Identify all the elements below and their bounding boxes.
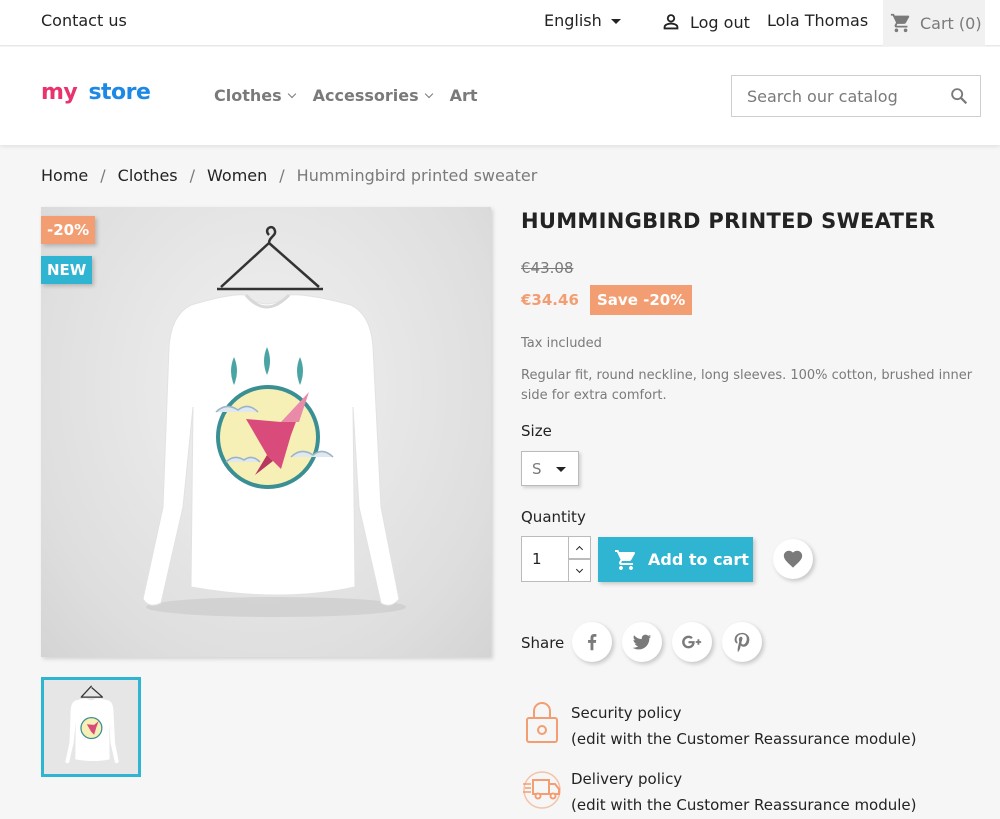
current-price: €34.46 [521, 291, 579, 309]
chevron-up-icon [575, 545, 584, 553]
user-icon [663, 14, 679, 30]
new-badge: NEW [41, 256, 93, 284]
share-label: Share [521, 634, 565, 652]
quantity-increase-button[interactable] [568, 536, 591, 559]
share-google-plus-button[interactable] [672, 622, 712, 662]
store-logo[interactable]: my store [41, 80, 151, 105]
menu-item-art[interactable]: Art [450, 86, 478, 105]
facebook-icon [588, 634, 597, 651]
size-label: Size [521, 422, 552, 440]
cart-button[interactable]: Cart (0) [883, 0, 985, 46]
share-twitter-button[interactable] [622, 622, 662, 662]
size-value: S [532, 459, 542, 478]
add-to-cart-button[interactable]: Add to cart [598, 537, 753, 582]
share-facebook-button[interactable] [572, 622, 612, 662]
product-thumbnail[interactable] [41, 677, 141, 777]
chevron-down-icon [575, 565, 584, 573]
main-menu: Clothes Accessories Art [214, 86, 496, 105]
header: my store Clothes Accessories Art Search … [0, 47, 1000, 145]
caret-down-icon [556, 467, 566, 472]
language-label: English [544, 11, 602, 30]
cart-icon [890, 13, 910, 33]
reassurance-title: Delivery policy [571, 770, 683, 788]
breadcrumb-separator: / [189, 166, 196, 185]
breadcrumb-current: Hummingbird printed sweater [296, 166, 538, 185]
lock-bag-icon [526, 702, 558, 743]
menu-item-accessories[interactable]: Accessories [312, 86, 433, 105]
caret-down-icon [610, 19, 621, 24]
breadcrumb: Home / Clothes / Women / Hummingbird pri… [41, 166, 537, 185]
logo-store: store [88, 80, 151, 105]
logout-label: Log out [690, 12, 750, 32]
breadcrumb-clothes[interactable]: Clothes [118, 166, 178, 185]
account-link[interactable]: Lola Thomas [767, 11, 868, 30]
regular-price: €43.08 [521, 259, 574, 277]
logo-my: my [41, 80, 78, 105]
menu-item-label: Accessories [312, 86, 419, 105]
chevron-down-icon [287, 89, 296, 98]
sweater-thumbnail-image [44, 680, 138, 774]
twitter-icon [632, 634, 652, 650]
top-nav: Contact us English Log out Lola Thomas C… [0, 0, 1000, 46]
cart-icon [615, 549, 635, 570]
product-image[interactable] [41, 207, 491, 657]
search-input[interactable]: Search our catalog [731, 75, 981, 117]
size-select[interactable]: S [521, 451, 579, 486]
reassurance-delivery: Delivery policy (edit with the Customer … [521, 766, 917, 818]
tax-label: Tax included [521, 336, 602, 351]
contact-link[interactable]: Contact us [41, 11, 127, 30]
language-selector[interactable]: English [544, 11, 621, 30]
menu-item-label: Art [449, 86, 478, 105]
search-placeholder: Search our catalog [747, 86, 898, 106]
pinterest-icon [734, 632, 750, 652]
menu-item-clothes[interactable]: Clothes [214, 86, 296, 105]
breadcrumb-women[interactable]: Women [207, 166, 267, 185]
google-plus-icon [682, 635, 702, 649]
save-badge: Save -20% [590, 285, 693, 315]
search-icon[interactable] [948, 85, 970, 107]
cart-label: Cart (0) [920, 13, 982, 33]
breadcrumb-separator: / [279, 166, 285, 185]
reassurance-title: Security policy [571, 704, 682, 722]
delivery-truck-icon [523, 771, 561, 809]
reassurance-text: (edit with the Customer Reassurance modu… [571, 730, 917, 748]
sweater-illustration [142, 225, 406, 617]
reassurance-security: Security policy (edit with the Customer … [521, 700, 917, 752]
add-to-cart-label: Add to cart [648, 550, 749, 569]
breadcrumb-separator: / [100, 166, 106, 185]
product-description: Regular fit, round neckline, long sleeve… [521, 368, 973, 403]
menu-item-label: Clothes [214, 86, 282, 105]
discount-badge: -20% [41, 216, 96, 244]
reassurance-text: (edit with the Customer Reassurance modu… [571, 796, 917, 814]
quantity-decrease-button[interactable] [568, 559, 591, 582]
heart-icon [783, 550, 803, 568]
share-pinterest-button[interactable] [722, 622, 762, 662]
product-title: HUMMINGBIRD PRINTED SWEATER [521, 209, 936, 233]
logout-link[interactable]: Log out [660, 11, 750, 33]
wishlist-button[interactable] [773, 539, 813, 579]
chevron-down-icon [424, 89, 433, 98]
quantity-label: Quantity [521, 508, 586, 526]
quantity-input[interactable]: 1 [521, 536, 569, 582]
breadcrumb-home[interactable]: Home [41, 166, 88, 185]
